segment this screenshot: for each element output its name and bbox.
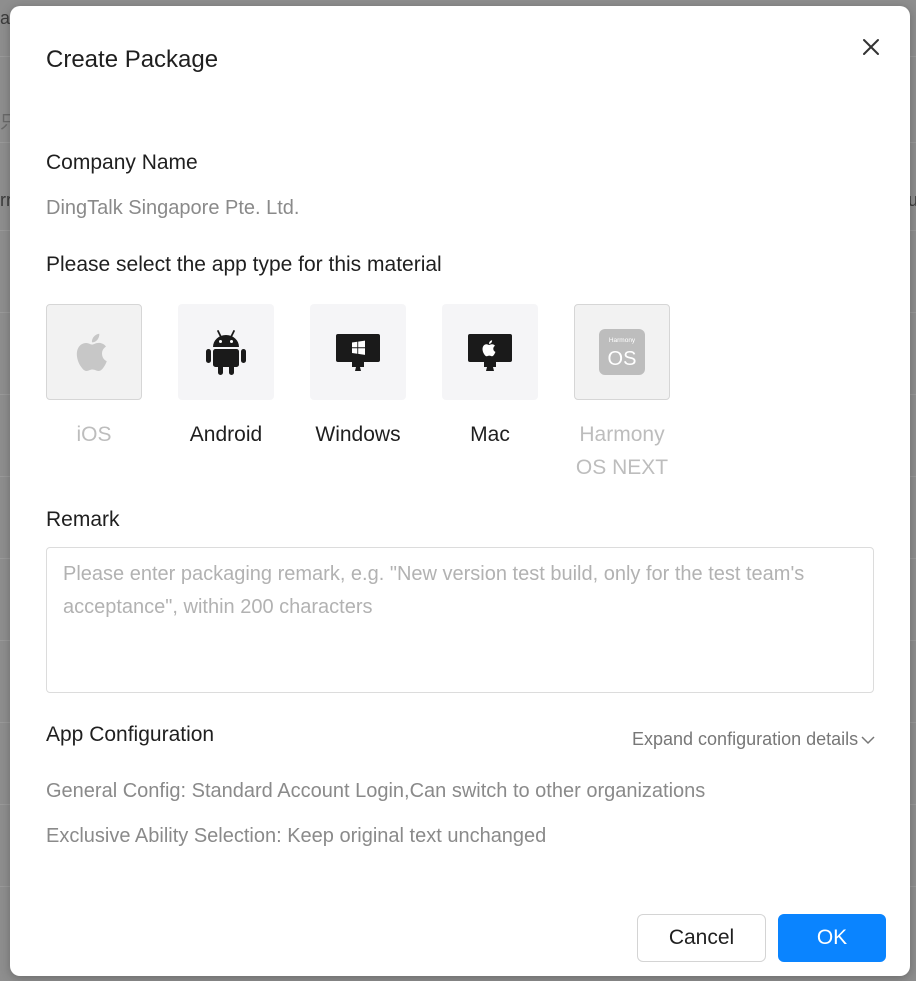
app-type-name: Mac: [470, 423, 510, 446]
app-type-label: Please select the app type for this mate…: [46, 253, 442, 276]
app-configuration-label: App Configuration: [46, 723, 215, 746]
app-type-windows[interactable]: Windows: [310, 304, 406, 451]
app-type-name-line: Harmony: [579, 423, 665, 446]
apple-icon: [76, 333, 107, 372]
app-type-tile: [178, 304, 274, 400]
windows-icon: [336, 334, 380, 371]
general-config-text: General Config: Standard Account Login,C…: [46, 780, 706, 802]
company-name-label: Company Name: [46, 151, 198, 174]
mac-icon: [468, 334, 512, 371]
app-type-name: iOS: [76, 423, 112, 446]
remark-textarea[interactable]: Please enter packaging remark, e.g. "New…: [46, 547, 874, 693]
harmony-os-icon: Harmony OS: [599, 329, 645, 375]
exclusive-ability-text: Exclusive Ability Selection: Keep origin…: [46, 825, 547, 847]
dialog-title: Create Package: [46, 46, 219, 73]
company-name-value: DingTalk Singapore Pte. Ltd.: [46, 197, 300, 219]
app-type-harmony-os-next[interactable]: Harmony OS Harmony OS NEXT: [574, 304, 670, 484]
app-type-name: Harmony OS NEXT: [574, 418, 670, 484]
remark-label: Remark: [46, 508, 120, 531]
harmony-icon-os-text: OS: [608, 348, 637, 370]
app-type-tile: [46, 304, 142, 400]
create-package-dialog: Create Package Company Name DingTalk Sin…: [10, 6, 910, 976]
app-type-name-line: OS NEXT: [575, 456, 669, 479]
ok-button[interactable]: OK: [778, 914, 886, 962]
app-type-name: Android: [189, 423, 263, 446]
app-type-tile: [310, 304, 406, 400]
app-type-tile: [442, 304, 538, 400]
app-type-tile: Harmony OS: [574, 304, 670, 400]
expand-configuration-text: Expand configuration details: [632, 729, 859, 749]
app-type-mac[interactable]: Mac: [442, 304, 538, 451]
expand-configuration-link[interactable]: Expand configuration details: [632, 729, 876, 750]
harmony-icon-small-text: Harmony: [609, 337, 636, 344]
app-type-ios[interactable]: iOS: [46, 304, 142, 451]
remark-placeholder: Please enter packaging remark, e.g. "New…: [63, 563, 805, 618]
app-type-name: Windows: [315, 423, 401, 446]
close-icon: [863, 39, 879, 55]
app-type-android[interactable]: Android: [178, 304, 274, 451]
close-button[interactable]: [856, 32, 886, 62]
chevron-down-icon: [861, 735, 875, 744]
cancel-button[interactable]: Cancel: [637, 914, 766, 962]
android-icon: [206, 330, 246, 375]
